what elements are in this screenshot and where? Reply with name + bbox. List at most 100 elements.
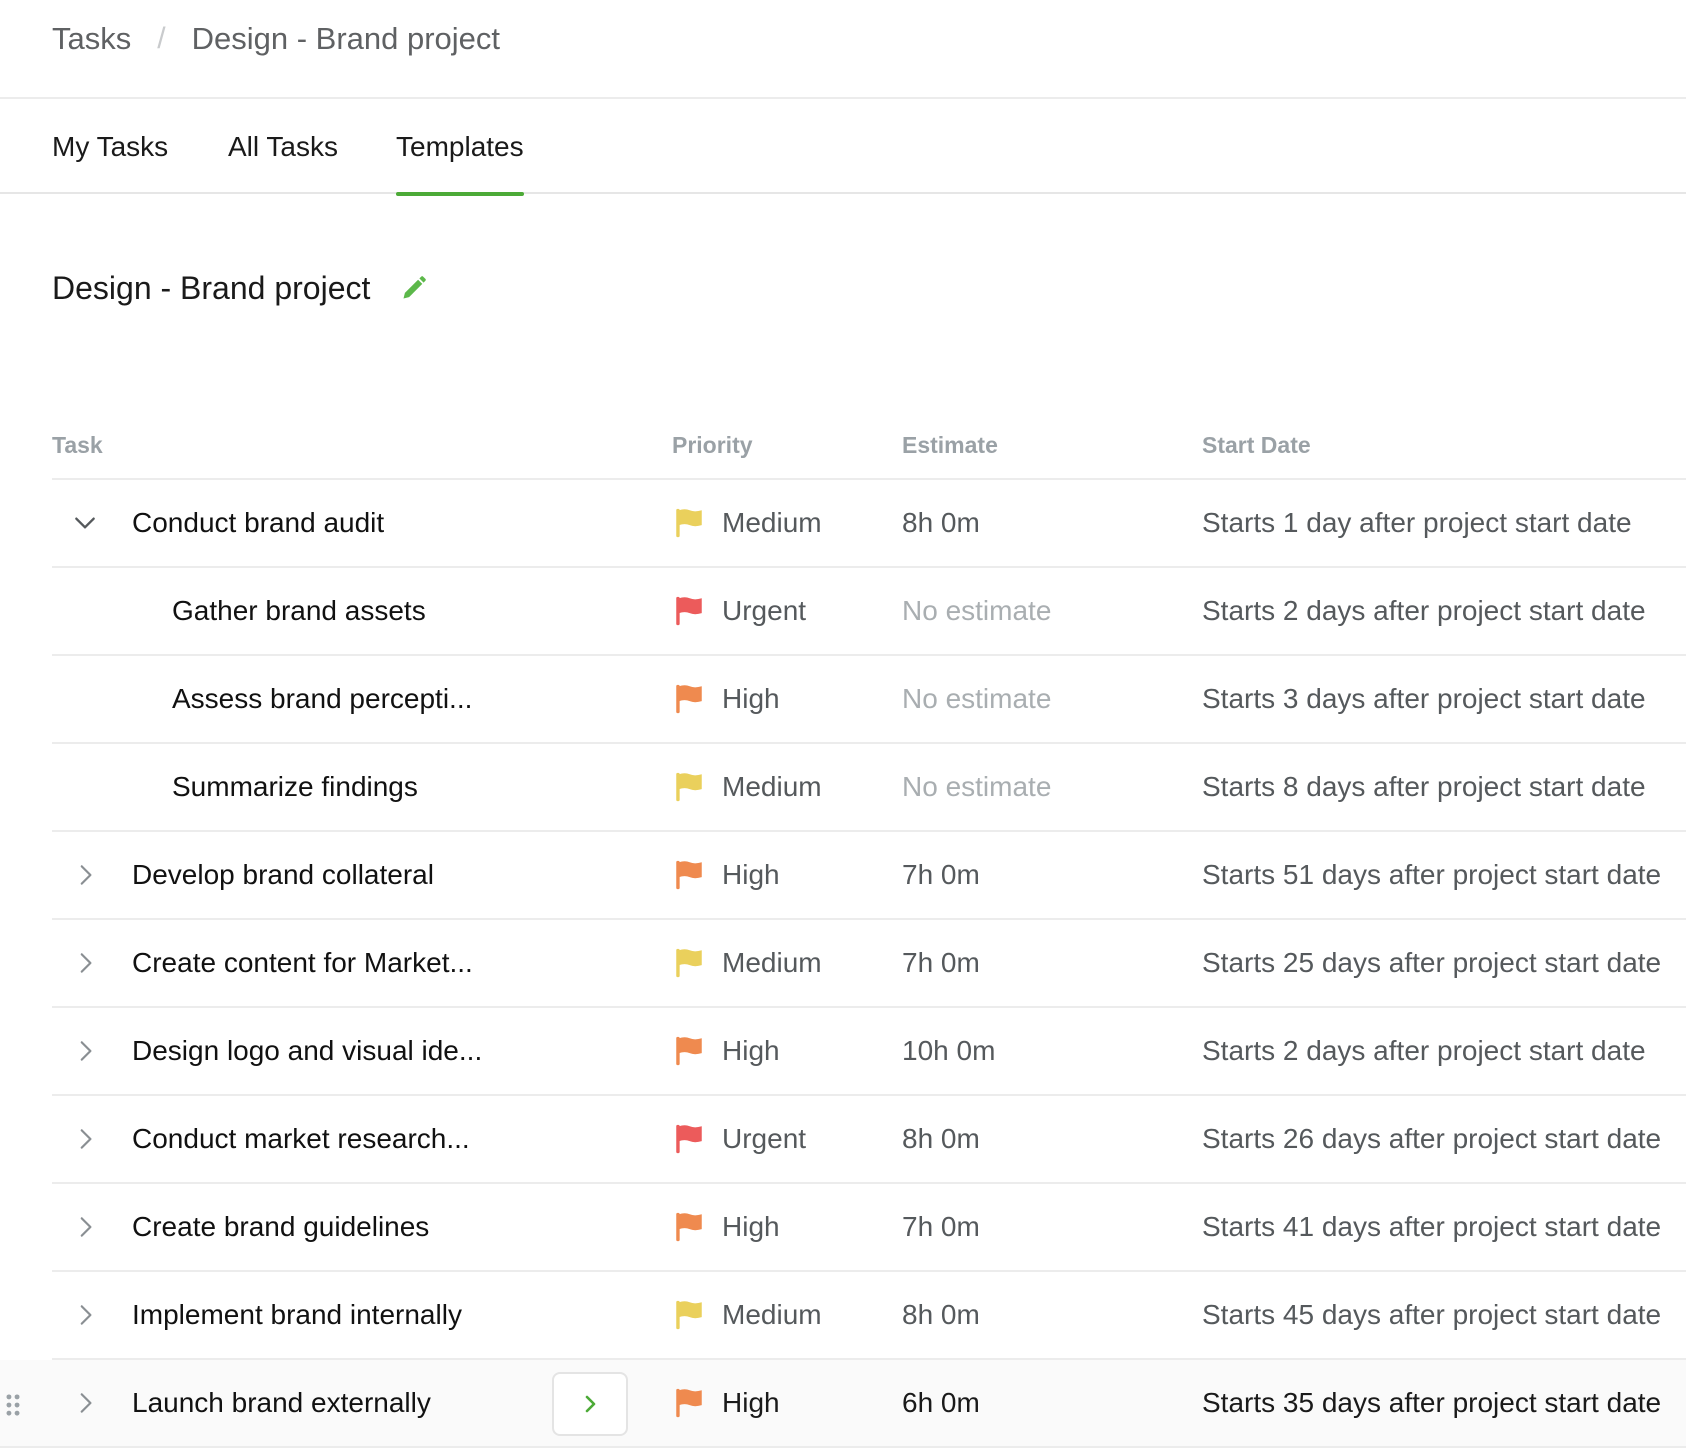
pencil-icon[interactable] <box>400 274 428 302</box>
table-row[interactable]: Implement brand internally Medium 8h 0m Sta… <box>52 1272 1686 1360</box>
estimate-cell[interactable]: 10h 0m <box>902 1008 995 1094</box>
priority-cell[interactable]: High <box>672 832 780 918</box>
start-date-cell[interactable]: Starts 2 days after project start date <box>1202 1008 1646 1094</box>
flag-icon <box>672 1386 722 1420</box>
priority-label: Medium <box>722 1299 822 1330</box>
priority-cell[interactable]: High <box>672 1360 780 1446</box>
flag-icon <box>672 1122 722 1156</box>
table-row[interactable]: Gather brand assets Urgent No estimate Star… <box>52 568 1686 656</box>
start-date-cell[interactable]: Starts 3 days after project start date <box>1202 656 1646 742</box>
table-row[interactable]: Create content for Market... Medium 7h 0m S… <box>52 920 1686 1008</box>
table-row[interactable]: Summarize findings Medium No estimate Start… <box>52 744 1686 832</box>
priority-cell[interactable]: Medium <box>672 920 822 1006</box>
task-name[interactable]: Launch brand externally <box>132 1360 431 1446</box>
estimate-cell[interactable]: 8h 0m <box>902 1096 980 1182</box>
task-name[interactable]: Conduct brand audit <box>132 480 384 566</box>
task-name[interactable]: Develop brand collateral <box>132 832 434 918</box>
priority-label: High <box>722 1387 780 1418</box>
priority-cell[interactable]: Medium <box>672 480 822 566</box>
page-title: Design - Brand project <box>52 270 371 306</box>
start-date-cell[interactable]: Starts 26 days after project start date <box>1202 1096 1661 1182</box>
priority-cell[interactable]: Medium <box>672 1272 822 1358</box>
priority-label: Medium <box>722 947 822 978</box>
estimate-cell[interactable]: 7h 0m <box>902 1184 980 1270</box>
column-header-start-date[interactable]: Start Date <box>1202 432 1311 459</box>
drag-handle-icon[interactable] <box>4 1392 22 1418</box>
chevron-right-icon[interactable] <box>72 1096 98 1182</box>
flag-icon <box>672 1034 722 1068</box>
table-header: Task Priority Estimate Start Date <box>52 430 1686 480</box>
priority-label: Medium <box>722 771 822 802</box>
table-row[interactable]: Develop brand collateral High 7h 0m Starts … <box>52 832 1686 920</box>
chevron-right-icon[interactable] <box>72 1008 98 1094</box>
task-name[interactable]: Implement brand internally <box>132 1272 462 1358</box>
priority-label: Medium <box>722 507 822 538</box>
estimate-cell[interactable]: 6h 0m <box>902 1360 980 1446</box>
priority-cell[interactable]: Medium <box>672 744 822 830</box>
flag-icon <box>672 770 722 804</box>
chevron-right-icon[interactable] <box>72 920 98 1006</box>
priority-label: Urgent <box>722 595 807 626</box>
breadcrumb-root-link[interactable]: Tasks <box>52 21 131 57</box>
flag-icon <box>672 858 722 892</box>
table-row[interactable]: Conduct brand audit Medium 8h 0m Starts 1 d… <box>52 480 1686 568</box>
tab-bar: My Tasks All Tasks Templates <box>0 99 1686 196</box>
start-date-cell[interactable]: Starts 41 days after project start date <box>1202 1184 1661 1270</box>
start-date-cell[interactable]: Starts 35 days after project start date <box>1202 1360 1661 1446</box>
priority-label: High <box>722 859 780 890</box>
task-name[interactable]: Create content for Market... <box>132 920 473 1006</box>
priority-cell[interactable]: High <box>672 1184 780 1270</box>
priority-cell[interactable]: High <box>672 656 780 742</box>
priority-label: High <box>722 1211 780 1242</box>
task-name[interactable]: Conduct market research... <box>132 1096 470 1182</box>
flag-icon <box>672 594 722 628</box>
table-row[interactable]: Design logo and visual ide... High 10h 0m S… <box>52 1008 1686 1096</box>
start-date-cell[interactable]: Starts 45 days after project start date <box>1202 1272 1661 1358</box>
flag-icon <box>672 1298 722 1332</box>
priority-label: High <box>722 1035 780 1066</box>
table-row[interactable]: Launch brand externally High 6h 0m Starts 3… <box>0 1360 1686 1448</box>
table-row[interactable]: Create brand guidelines High 7h 0m Starts 4… <box>52 1184 1686 1272</box>
breadcrumb: Tasks / Design - Brand project <box>0 0 1686 99</box>
task-name[interactable]: Design logo and visual ide... <box>132 1008 482 1094</box>
priority-cell[interactable]: Urgent <box>672 568 806 654</box>
start-date-cell[interactable]: Starts 8 days after project start date <box>1202 744 1646 830</box>
estimate-cell[interactable]: 7h 0m <box>902 832 980 918</box>
start-date-cell[interactable]: Starts 25 days after project start date <box>1202 920 1661 1006</box>
flag-icon <box>672 946 722 980</box>
tab-templates[interactable]: Templates <box>396 99 524 196</box>
breadcrumb-separator: / <box>157 21 166 55</box>
priority-cell[interactable]: High <box>672 1008 780 1094</box>
estimate-cell[interactable]: 8h 0m <box>902 1272 980 1358</box>
priority-cell[interactable]: Urgent <box>672 1096 806 1182</box>
task-name[interactable]: Assess brand percepti... <box>172 656 472 742</box>
chevron-right-icon <box>585 1395 596 1413</box>
start-date-cell[interactable]: Starts 1 day after project start date <box>1202 480 1632 566</box>
flag-icon <box>672 1210 722 1244</box>
chevron-down-icon[interactable] <box>72 480 98 566</box>
start-date-cell[interactable]: Starts 51 days after project start date <box>1202 832 1661 918</box>
task-name[interactable]: Gather brand assets <box>172 568 426 654</box>
chevron-right-icon[interactable] <box>72 1360 98 1446</box>
task-name[interactable]: Summarize findings <box>172 744 418 830</box>
breadcrumb-current: Design - Brand project <box>191 20 501 56</box>
chevron-right-icon[interactable] <box>72 1272 98 1358</box>
priority-label: High <box>722 683 780 714</box>
chevron-right-icon[interactable] <box>72 1184 98 1270</box>
estimate-cell[interactable]: No estimate <box>902 568 1051 654</box>
estimate-cell[interactable]: No estimate <box>902 744 1051 830</box>
column-header-estimate[interactable]: Estimate <box>902 432 998 459</box>
tab-all-tasks[interactable]: All Tasks <box>228 99 338 194</box>
task-name[interactable]: Create brand guidelines <box>132 1184 429 1270</box>
estimate-cell[interactable]: 7h 0m <box>902 920 980 1006</box>
column-header-priority[interactable]: Priority <box>672 432 753 459</box>
table-row[interactable]: Assess brand percepti... High No estimate S… <box>52 656 1686 744</box>
start-date-cell[interactable]: Starts 2 days after project start date <box>1202 568 1646 654</box>
open-task-button[interactable] <box>552 1372 628 1436</box>
table-row[interactable]: Conduct market research... Urgent 8h 0m Sta… <box>52 1096 1686 1184</box>
chevron-right-icon[interactable] <box>72 832 98 918</box>
estimate-cell[interactable]: No estimate <box>902 656 1051 742</box>
column-header-task[interactable]: Task <box>52 432 103 459</box>
estimate-cell[interactable]: 8h 0m <box>902 480 980 566</box>
tab-my-tasks[interactable]: My Tasks <box>52 99 168 194</box>
